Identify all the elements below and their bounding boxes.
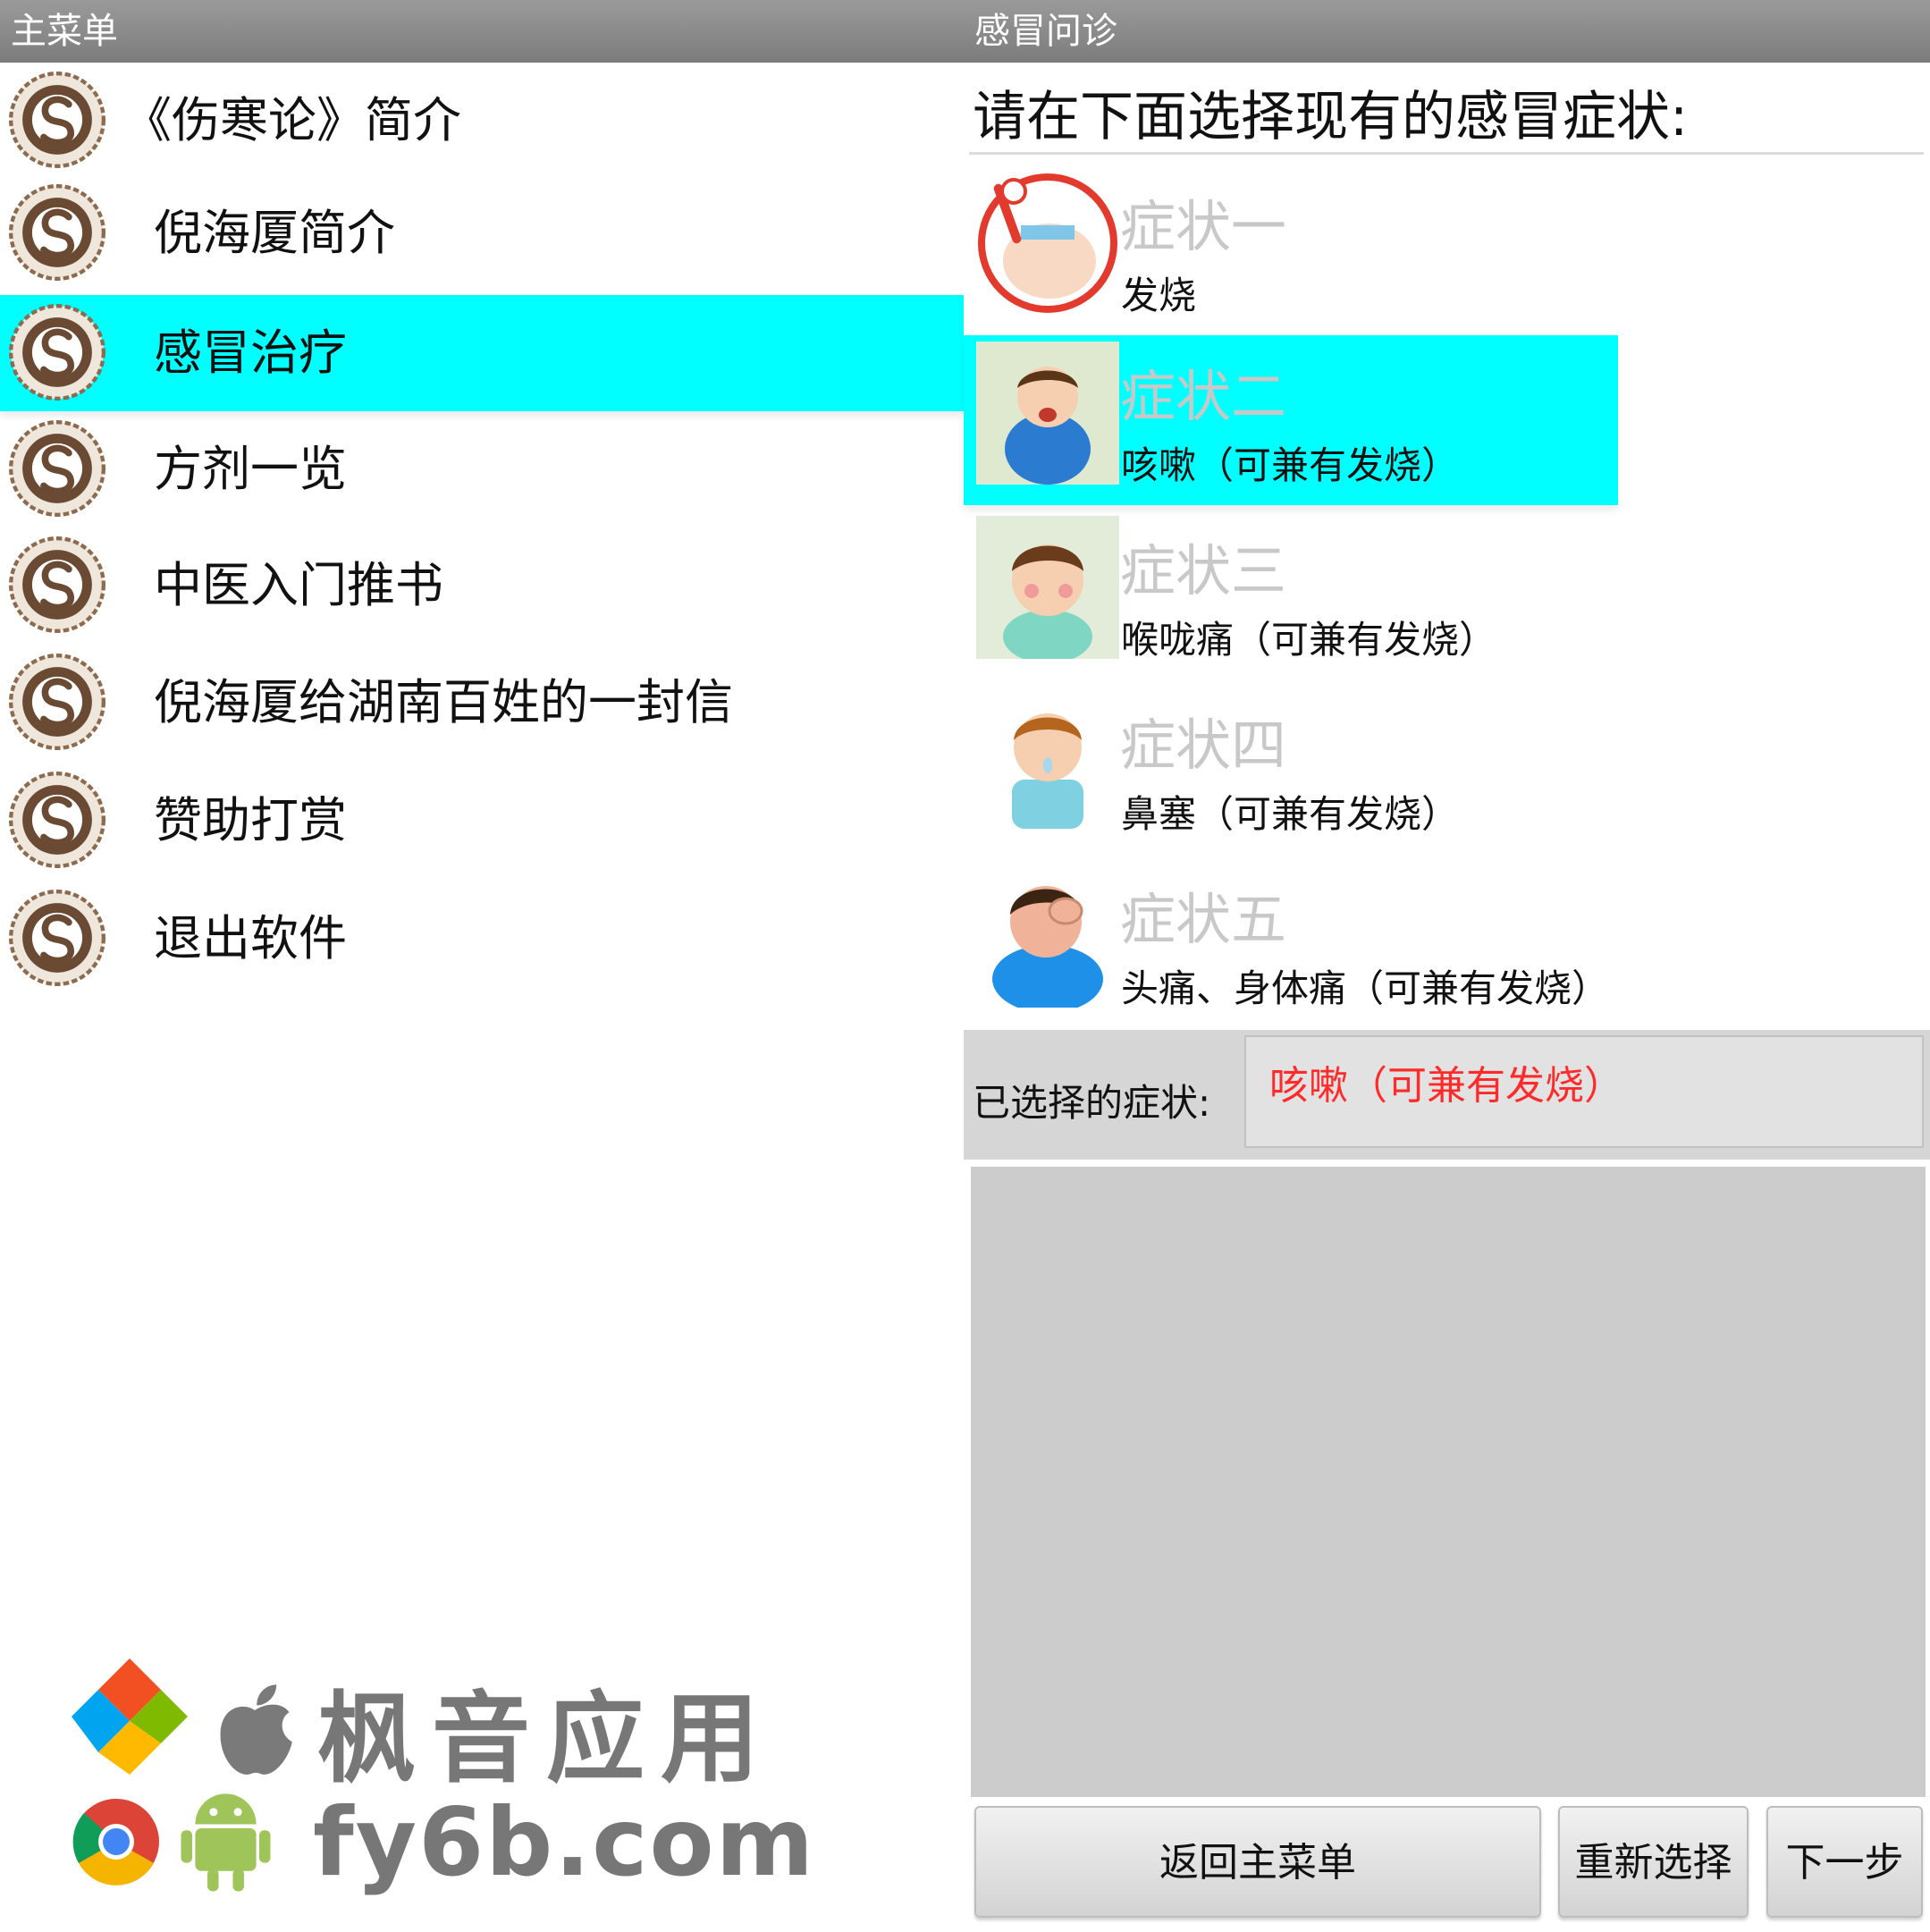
symptom-item[interactable]: 症状五头痛、身体痛（可兼有发烧）	[964, 858, 1618, 1028]
menu-item[interactable]: 中医入门推书	[0, 527, 964, 644]
menu-item[interactable]: 方剂一览	[0, 411, 964, 527]
menu-item[interactable]: 倪海厦简介	[0, 175, 964, 291]
selected-symptom-field: 咳嗽（可兼有发烧）	[1244, 1035, 1924, 1148]
menu-item-label: 退出软件	[154, 910, 347, 966]
menu-item[interactable]: 《伤寒论》简介	[0, 63, 964, 179]
apple-logo-icon	[220, 1684, 292, 1775]
symptom-title: 症状四	[1120, 713, 1287, 778]
app-logo-icon	[9, 654, 105, 750]
app-logo-icon	[9, 304, 105, 401]
app-logo-icon	[9, 536, 105, 633]
watermark: 枫音应用 fy6b.com	[72, 1658, 813, 1900]
main-menu-panel: 主菜单 《伤寒论》简介倪海厦简介感冒治疗方剂一览中医入门推书倪海厦给湖南百姓的一…	[0, 0, 964, 1932]
symptom-title: 症状三	[1120, 538, 1287, 603]
chrome-logo-icon	[72, 1799, 159, 1886]
result-area	[971, 1167, 1926, 1797]
cold-diagnosis-panel: 感冒问诊 请在下面选择现有的感冒症状: 症状一 发烧 症状二 咳嗽（可兼有发烧） 症状三…	[964, 0, 1930, 1932]
watermark-title: 枫音应用	[317, 1682, 775, 1796]
sore-throat-child-icon	[976, 516, 1119, 659]
symptom-item[interactable]: 症状一 发烧	[964, 165, 1618, 335]
symptom-title: 症状五	[1120, 887, 1287, 952]
menu-item[interactable]: 赞助打赏	[0, 763, 964, 879]
stuffy-nose-child-icon	[976, 690, 1119, 833]
symptom-description: 头痛、身体痛（可兼有发烧）	[1121, 966, 1610, 1010]
menu-item[interactable]: 感冒治疗	[0, 295, 964, 411]
cough-child-icon	[976, 342, 1119, 485]
main-menu-title: 主菜单	[0, 0, 964, 63]
menu-item-label: 感冒治疗	[154, 325, 347, 381]
back-to-menu-button[interactable]: 返回主菜单	[974, 1806, 1541, 1918]
menu-item-label: 倪海厦给湖南百姓的一封信	[154, 674, 733, 730]
selected-symptom-value: 咳嗽（可兼有发烧）	[1269, 1063, 1623, 1109]
symptom-description: 咳嗽（可兼有发烧）	[1121, 443, 1460, 487]
next-step-button[interactable]: 下一步	[1766, 1806, 1923, 1918]
app-logo-icon	[9, 890, 105, 986]
symptom-description: 喉咙痛（可兼有发烧）	[1121, 618, 1497, 662]
app-logo-icon	[9, 184, 105, 281]
app-logo-icon	[9, 72, 105, 168]
watermark-url: fy6b.com	[313, 1788, 816, 1897]
symptom-description: 鼻塞（可兼有发烧）	[1121, 792, 1460, 836]
app-logo-icon	[9, 420, 105, 517]
android-logo-icon	[181, 1793, 271, 1892]
headache-child-icon	[976, 865, 1119, 1008]
menu-item-label: 倪海厦简介	[154, 205, 395, 261]
menu-item-label: 《伤寒论》简介	[123, 92, 461, 148]
reset-selection-button[interactable]: 重新选择	[1558, 1806, 1749, 1918]
symptom-description: 发烧	[1121, 274, 1197, 317]
symptom-title: 症状一	[1120, 194, 1287, 259]
menu-item-label: 中医入门推书	[154, 557, 443, 613]
diagnosis-title: 感冒问诊	[964, 0, 1930, 63]
menu-item-label: 赞助打赏	[154, 792, 347, 848]
fever-child-icon	[978, 173, 1117, 313]
instruction-text: 请在下面选择现有的感冒症状:	[973, 86, 1689, 148]
divider	[969, 152, 1924, 155]
windows-logo-icon	[72, 1658, 188, 1775]
menu-item[interactable]: 倪海厦给湖南百姓的一封信	[0, 645, 964, 761]
app-logo-icon	[9, 772, 105, 868]
symptom-item[interactable]: 症状三喉咙痛（可兼有发烧）	[964, 510, 1618, 679]
symptom-item[interactable]: 症状四鼻塞（可兼有发烧）	[964, 684, 1618, 854]
menu-item-label: 方剂一览	[154, 441, 347, 497]
selected-symptom-area: 已选择的症状: 咳嗽（可兼有发烧）	[964, 1030, 1930, 1160]
symptom-title: 症状二	[1120, 364, 1287, 429]
menu-item[interactable]: 退出软件	[0, 881, 964, 997]
selected-symptom-label: 已选择的症状:	[973, 1081, 1211, 1125]
symptom-item[interactable]: 症状二咳嗽（可兼有发烧）	[964, 335, 1618, 505]
